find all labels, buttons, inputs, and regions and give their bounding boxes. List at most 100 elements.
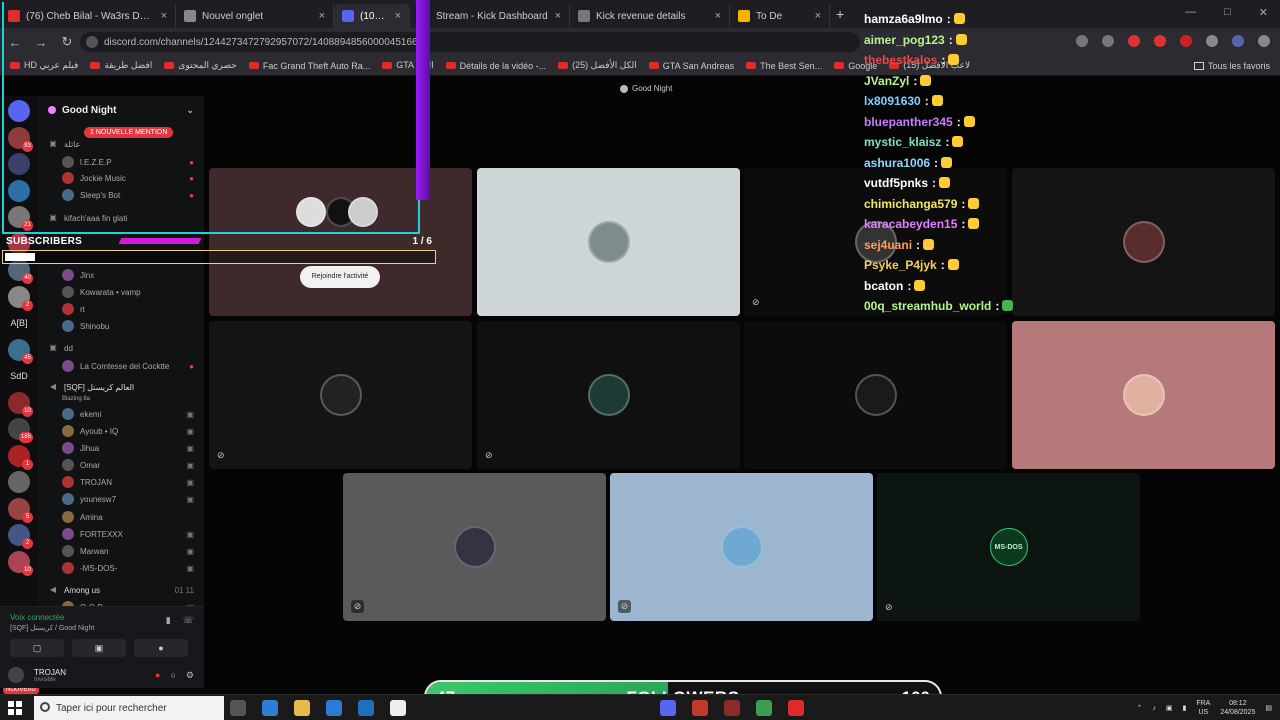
voice-member[interactable]: Sleep's Bot ● (38, 187, 204, 203)
participant-tile[interactable]: MS-DOS ⊘ (877, 473, 1140, 621)
camera-button[interactable]: ▢ (10, 639, 64, 657)
voice-member[interactable]: l.E.Z.E.P ● (38, 154, 204, 170)
vscode-icon[interactable] (326, 700, 342, 716)
voice-member[interactable]: -MS-DOS- ▣ (38, 560, 204, 576)
close-tab-icon[interactable]: × (395, 10, 401, 22)
close-window-icon[interactable]: ✕ (1259, 6, 1268, 19)
profile-icon[interactable] (1232, 35, 1244, 47)
guild-header[interactable]: Good Night ⌄ (38, 96, 204, 124)
participant-tile[interactable]: ⊘ (477, 321, 740, 469)
participant-tile[interactable]: ⊘ (610, 473, 873, 621)
close-tab-icon[interactable]: × (555, 10, 561, 22)
url-input[interactable]: discord.com/channels/1244273472792957072… (80, 32, 860, 52)
close-tab-icon[interactable]: × (161, 10, 167, 22)
youtube-icon[interactable] (788, 700, 804, 716)
voice-member[interactable]: FORTEXXX ▣ (38, 526, 204, 542)
browser-tab[interactable]: To De × (730, 4, 830, 28)
headphones-icon[interactable]: ○ (170, 670, 175, 681)
signal-icon[interactable]: ▮ (166, 615, 171, 626)
volume-icon[interactable]: ♪ (1152, 705, 1156, 712)
close-tab-icon[interactable]: × (715, 10, 721, 22)
voice-member[interactable]: ekemi ▣ (38, 406, 204, 422)
server-icon[interactable]: 185 (8, 418, 33, 443)
participant-tile[interactable] (477, 168, 740, 316)
server-icon[interactable]: 2 (8, 524, 33, 549)
server-icon[interactable]: 93 (8, 126, 33, 152)
voice-member[interactable]: Jinx (38, 267, 204, 283)
participant-tile[interactable] (1012, 321, 1275, 469)
chevron-up-icon[interactable]: ⌃ (1136, 704, 1142, 712)
battery-icon[interactable]: ▮ (1182, 704, 1186, 712)
join-activity-button[interactable]: Rejoindre l'activité (300, 266, 380, 288)
server-icon[interactable]: 1 (8, 444, 33, 470)
browser-tab[interactable]: (76) Cheb Bilal - Wa3rs Da3wat × (0, 4, 176, 28)
participant-tile[interactable]: ⊘ (343, 473, 606, 621)
server-icon[interactable]: 5 (8, 497, 33, 523)
voice-member[interactable]: rt (38, 301, 204, 317)
server-icon[interactable]: 45 (8, 338, 33, 364)
bookmark-item[interactable]: The Best Sen... (746, 61, 822, 71)
avatar[interactable] (8, 667, 24, 683)
mute-mic-icon[interactable]: ● (155, 670, 160, 681)
bookmark-item[interactable]: الكل الأفضل (25) (558, 60, 637, 71)
discord-icon[interactable] (660, 700, 676, 716)
voice-member[interactable]: TROJAN ▣ (38, 474, 204, 490)
browser-tab[interactable]: Kick revenue details × (570, 4, 730, 28)
channel-item[interactable]: ▣ dd (38, 340, 204, 356)
store-icon[interactable] (262, 700, 278, 716)
back-icon[interactable]: ← (4, 35, 26, 50)
app-icon[interactable] (724, 700, 740, 716)
network-icon[interactable]: ▣ (1166, 704, 1173, 712)
chrome-icon[interactable] (756, 700, 772, 716)
notepad-icon[interactable] (390, 700, 406, 716)
browser-tab[interactable]: Nouvel onglet × (176, 4, 334, 28)
all-bookmarks[interactable]: Tous les favoris (1193, 61, 1270, 71)
channel-item[interactable]: ▣ kifach'aaa fin glati (38, 210, 204, 226)
server-icon[interactable]: 2 (8, 285, 33, 311)
server-icon[interactable]: 21 (8, 206, 33, 231)
server-icon[interactable]: 10 (8, 391, 33, 417)
bookmark-item[interactable]: افضل طريقة (90, 60, 152, 71)
participant-tile[interactable]: ⊘ (209, 321, 472, 469)
chevron-down-icon[interactable]: ⌄ (186, 105, 194, 116)
browser-tab[interactable]: (100) Discord | ‏كراش × (334, 4, 410, 28)
voice-member[interactable]: Ayoub • IQ ▣ (38, 423, 204, 439)
server-icon[interactable]: SdD (8, 365, 30, 387)
voice-member[interactable]: La Comtesse del Cocktte ● (38, 358, 204, 374)
voice-member[interactable]: Marwan ▣ (38, 543, 204, 559)
maximize-icon[interactable]: □ (1224, 6, 1231, 19)
disconnect-icon[interactable]: ☏ (183, 615, 194, 626)
server-icon[interactable] (8, 179, 30, 202)
close-tab-icon[interactable]: × (319, 10, 325, 22)
server-icon[interactable]: A[B] (8, 312, 30, 334)
user-info[interactable]: TROJAN Invisible (34, 668, 66, 683)
voice-member[interactable]: Kowarata • vamp (38, 284, 204, 300)
minimize-icon[interactable]: — (1185, 6, 1196, 19)
task-view-icon[interactable] (230, 700, 246, 716)
voice-member[interactable]: younesw7 ▣ (38, 491, 204, 507)
participant-tile[interactable] (744, 321, 1007, 469)
channel-item[interactable]: ▣ عائلة (38, 136, 204, 152)
voice-member[interactable]: Omar ▣ (38, 457, 204, 473)
server-icon[interactable]: 10 (8, 550, 33, 576)
reload-icon[interactable]: ↻ (56, 34, 78, 50)
notification-icon[interactable]: ▤ (1265, 704, 1272, 712)
bookmark-item[interactable]: GTA San Andreas (648, 61, 734, 71)
server-icon[interactable] (8, 471, 30, 493)
channel-item[interactable]: ◀ Among us 01 11 (38, 582, 204, 598)
browser-tab[interactable]: Stream - Kick Dashboard × (410, 4, 570, 28)
server-icon[interactable] (8, 153, 30, 175)
extension-icon[interactable] (1180, 35, 1192, 47)
voice-member[interactable]: Jihua ▣ (38, 440, 204, 456)
site-info-icon[interactable] (86, 36, 98, 48)
activity-button[interactable]: ● (134, 639, 188, 657)
bookmark-item[interactable]: حصري المحتوى (164, 60, 237, 71)
windows-start-icon[interactable] (8, 701, 22, 715)
gear-icon[interactable]: ⚙ (186, 670, 194, 681)
voice-member[interactable]: Shinobu (38, 318, 204, 334)
bookmark-item[interactable]: HD فيلم عربي (10, 60, 78, 71)
file-explorer-icon[interactable] (294, 700, 310, 716)
voice-member[interactable]: Amina (38, 509, 204, 525)
voice-channel-path[interactable]: [SQF] كريستل / Good Night (10, 624, 94, 632)
bookmark-item[interactable]: Détails de la vidéo -... (445, 61, 546, 71)
